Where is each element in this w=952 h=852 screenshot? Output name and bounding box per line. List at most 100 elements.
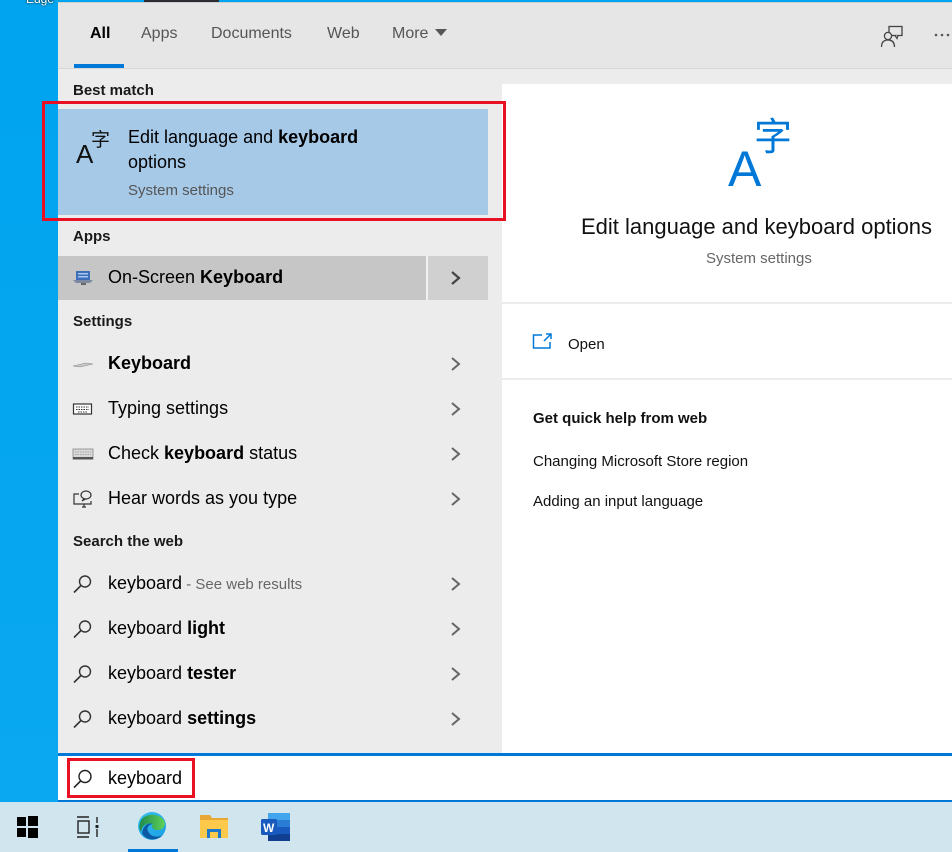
help-link[interactable]: Changing Microsoft Store region	[533, 453, 748, 470]
help-link[interactable]: Adding an input language	[533, 493, 703, 510]
settings-result-keyboard[interactable]: Keyboard	[58, 342, 488, 386]
label-text: keyboard	[108, 708, 188, 728]
label-bold: settings	[187, 708, 257, 728]
search-tabs: All Apps Documents Web More	[58, 3, 952, 69]
file-explorer-icon	[200, 815, 228, 838]
search-icon	[73, 665, 92, 684]
results-list: Best match A 字 Edit language and keyboar…	[58, 70, 488, 753]
best-match-title: Edit language and keyboard options	[128, 125, 428, 175]
settings-result-label: Hear words as you type	[108, 488, 298, 508]
best-match-title-bold: keyboard	[278, 127, 359, 147]
label-text: keyboard	[108, 618, 188, 638]
tab-more-label: More	[392, 25, 429, 42]
preview-title: Edit language and keyboard options	[581, 214, 933, 239]
web-result-label: keyboard settings	[108, 708, 256, 729]
settings-result-label: Keyboard	[108, 353, 191, 374]
section-apps: Apps	[73, 228, 111, 245]
settings-result-label: Typing settings	[108, 398, 229, 418]
keyboard-icon	[72, 362, 94, 368]
chevron-right-icon[interactable]	[450, 709, 462, 729]
chevron-right-icon[interactable]	[450, 619, 462, 639]
search-input[interactable]	[108, 765, 708, 791]
start-button[interactable]	[0, 802, 56, 852]
taskbar: W	[0, 802, 952, 852]
caret-down-icon	[435, 29, 448, 36]
search-icon	[73, 575, 92, 594]
more-options-button[interactable]	[932, 23, 952, 52]
keyboard-status-icon	[72, 448, 94, 460]
app-result-on-screen-keyboard[interactable]: On-Screen Keyboard	[58, 256, 488, 300]
svg-text:字: 字	[754, 115, 792, 159]
preview-pane: A 字 Edit language and keyboard options S…	[502, 84, 952, 753]
preview-subtitle: System settings	[706, 250, 812, 267]
open-button[interactable]: Open	[502, 306, 952, 380]
label-bold: Keyboard	[200, 267, 284, 287]
label-bold: light	[187, 618, 226, 638]
tab-more[interactable]: More	[392, 25, 448, 43]
web-result[interactable]: keyboard settings	[58, 697, 488, 741]
label-bold: keyboard	[164, 443, 245, 463]
narrator-icon	[73, 490, 92, 508]
open-external-icon	[532, 333, 552, 349]
task-view-icon	[77, 816, 99, 838]
chevron-right-icon[interactable]	[450, 399, 462, 419]
section-search-web: Search the web	[73, 533, 184, 550]
search-panel: All Apps Documents Web More Best match A…	[58, 2, 952, 803]
best-match-title-end: options	[128, 152, 187, 172]
app-expand-button[interactable]	[426, 256, 488, 300]
label-after: status	[244, 443, 298, 463]
tab-apps[interactable]: Apps	[141, 25, 177, 43]
preview-header: A 字 Edit language and keyboard options S…	[502, 84, 952, 304]
feedback-icon	[880, 25, 903, 48]
feedback-button[interactable]	[880, 25, 904, 54]
edge-icon	[138, 812, 166, 840]
more-options-icon	[934, 33, 950, 37]
chevron-right-icon[interactable]	[450, 489, 462, 509]
help-heading: Get quick help from web	[533, 410, 708, 427]
best-match-result[interactable]: A 字 Edit language and keyboard options S…	[58, 109, 488, 215]
active-tab-indicator	[74, 64, 124, 68]
tab-all[interactable]: All	[90, 25, 110, 43]
web-result-label: keyboard - See web results	[108, 573, 302, 594]
best-match-title-text: Edit language and	[128, 127, 279, 147]
desktop-shortcut-label[interactable]: Edge	[26, 0, 54, 6]
search-icon	[73, 710, 92, 729]
label-text: Check	[108, 443, 165, 463]
windows-logo-icon	[17, 816, 38, 838]
on-screen-keyboard-icon	[73, 271, 93, 285]
chevron-right-icon	[451, 271, 461, 285]
word-icon: W	[261, 813, 290, 841]
web-result[interactable]: keyboard tester	[58, 652, 488, 696]
file-explorer-button[interactable]	[186, 802, 242, 852]
chevron-right-icon[interactable]	[450, 664, 462, 684]
settings-result-hear-words[interactable]: Hear words as you type	[58, 477, 488, 521]
label-bold: Keyboard	[108, 353, 192, 373]
svg-text:字: 字	[91, 129, 110, 151]
settings-result-keyboard-status[interactable]: Check keyboard status	[58, 432, 488, 476]
search-icon	[73, 620, 92, 639]
language-icon: A 字	[76, 129, 110, 167]
chevron-right-icon[interactable]	[450, 354, 462, 374]
word-button[interactable]: W	[248, 802, 304, 852]
best-match-subtitle: System settings	[128, 182, 234, 199]
chevron-right-icon[interactable]	[450, 574, 462, 594]
tab-documents[interactable]: Documents	[211, 25, 292, 43]
settings-result-typing[interactable]: Typing settings	[58, 387, 488, 431]
web-result-label: keyboard light	[108, 618, 225, 639]
language-icon: A 字	[728, 115, 792, 188]
section-best-match: Best match	[73, 82, 154, 99]
label-text: On-Screen	[108, 267, 201, 287]
tab-web[interactable]: Web	[327, 25, 360, 43]
search-bar	[58, 753, 952, 803]
settings-result-label: Check keyboard status	[108, 443, 297, 464]
search-icon	[73, 769, 92, 789]
web-result[interactable]: keyboard - See web results	[58, 562, 488, 606]
label-bold: tester	[187, 663, 237, 683]
web-result[interactable]: keyboard light	[58, 607, 488, 651]
typing-keyboard-icon	[72, 403, 93, 415]
chevron-right-icon[interactable]	[450, 444, 462, 464]
task-view-button[interactable]	[62, 802, 118, 852]
section-settings: Settings	[73, 313, 133, 330]
edge-button[interactable]	[124, 802, 180, 852]
label-text: keyboard	[108, 573, 183, 593]
